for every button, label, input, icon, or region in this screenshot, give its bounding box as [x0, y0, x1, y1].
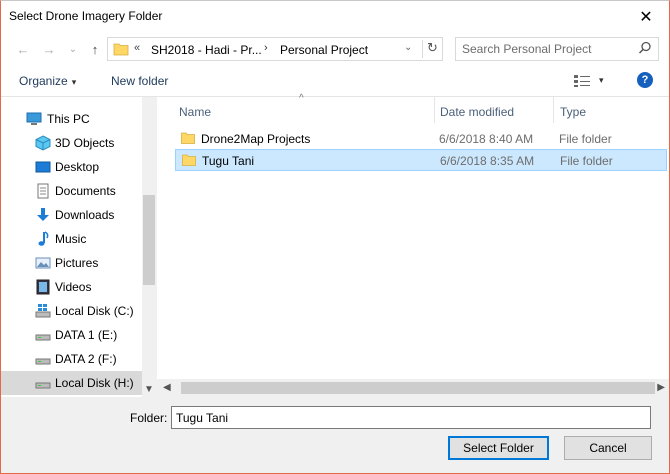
folder-icon: [182, 154, 196, 166]
title-bar: Select Drone Imagery Folder ✕: [1, 1, 669, 33]
sidebar-item-label: This PC: [47, 112, 90, 126]
sidebar-item-label: Pictures: [55, 256, 99, 270]
address-dropdown-icon[interactable]: ⌄: [404, 42, 412, 53]
sidebar-item-label: 3D Objects: [55, 136, 115, 150]
sidebar-item-label: Local Disk (C:): [55, 304, 134, 318]
sidebar-item-label: Documents: [55, 184, 116, 198]
sidebar-item-local-disk-c[interactable]: Local Disk (C:): [1, 299, 142, 323]
file-type: File folder: [560, 154, 613, 168]
file-name: Tugu Tani: [202, 154, 255, 168]
drive-icon: [35, 358, 51, 365]
desktop-icon: [35, 161, 51, 173]
scrollbar-thumb[interactable]: [181, 382, 655, 394]
back-arrow-icon[interactable]: ←: [13, 39, 33, 59]
navigation-scrollbar[interactable]: ▼: [142, 97, 156, 397]
downloads-icon: [37, 208, 49, 221]
organize-label: Organize: [19, 74, 68, 88]
search-icon[interactable]: [638, 41, 652, 55]
videos-icon: [36, 279, 50, 295]
view-dropdown-icon[interactable]: ▾: [599, 75, 604, 86]
breadcrumb-personal-project[interactable]: Personal Project: [280, 43, 368, 57]
file-type: File folder: [559, 132, 612, 146]
sidebar-item-documents[interactable]: Documents: [1, 179, 142, 203]
sidebar-item-label: Videos: [55, 280, 92, 294]
folder-label: Folder:: [130, 411, 168, 425]
search-box[interactable]: [455, 37, 659, 61]
up-arrow-icon[interactable]: ↑: [85, 39, 105, 59]
cancel-button[interactable]: Cancel: [564, 436, 652, 460]
documents-icon: [37, 183, 49, 199]
organize-caret-icon: ▾: [71, 77, 77, 87]
sidebar-item-pictures[interactable]: Pictures: [1, 251, 142, 275]
file-name: Drone2Map Projects: [201, 132, 311, 146]
column-divider[interactable]: [553, 97, 554, 123]
scroll-right-icon[interactable]: ▶: [657, 382, 665, 393]
file-date: 6/6/2018 8:40 AM: [439, 132, 534, 146]
folder-icon: [181, 132, 195, 144]
folder-icon: [113, 43, 129, 56]
sidebar-item-data1-e[interactable]: DATA 1 (E:): [1, 323, 142, 347]
dialog-title: Select Drone Imagery Folder: [9, 9, 163, 23]
column-divider[interactable]: [434, 97, 435, 123]
sidebar-item-label: Desktop: [55, 160, 100, 174]
breadcrumb-separator[interactable]: ›: [264, 42, 268, 54]
search-input[interactable]: [462, 41, 632, 57]
select-folder-button[interactable]: Select Folder: [448, 436, 549, 460]
folder-input[interactable]: [171, 406, 651, 429]
table-row[interactable]: Tugu Tani 6/6/2018 8:35 AM File folder: [175, 149, 667, 171]
view-options-icon[interactable]: [573, 74, 591, 88]
scrollbar-thumb[interactable]: [143, 195, 155, 285]
sidebar-item-label: DATA 2 (F:): [55, 352, 117, 366]
sidebar-item-local-disk-h[interactable]: Local Disk (H:): [1, 371, 142, 395]
sidebar-item-label: Local Disk (H:): [55, 376, 134, 390]
navigation-bar: ← → ⌄ ↑ « SH2018 - Hadi - Pr... › Person…: [1, 33, 669, 65]
sidebar-item-videos[interactable]: Videos: [1, 275, 142, 299]
breadcrumb-sh2018[interactable]: SH2018 - Hadi - Pr...: [151, 43, 262, 57]
file-date: 6/6/2018 8:35 AM: [440, 154, 535, 168]
navigation-pane: This PC 3D Objects Desktop Documents Dow…: [1, 97, 156, 397]
sidebar-item-label: DATA 1 (E:): [55, 328, 118, 342]
sidebar-item-downloads[interactable]: Downloads: [1, 203, 142, 227]
sidebar-item-desktop[interactable]: Desktop: [1, 155, 142, 179]
cube-icon: [35, 135, 51, 151]
command-toolbar: Organize ▾ New folder ▾ ?: [1, 65, 669, 97]
file-list: ^ Name Date modified Type Drone2Map Proj…: [157, 93, 669, 397]
recent-locations-icon[interactable]: ⌄: [63, 39, 83, 59]
sidebar-item-data2-f[interactable]: DATA 2 (F:): [1, 347, 142, 371]
drive-icon: [35, 334, 51, 341]
sort-ascending-icon: ^: [299, 93, 304, 104]
forward-arrow-icon[interactable]: →: [39, 39, 59, 59]
scroll-left-icon[interactable]: ◀: [163, 382, 171, 393]
sidebar-item-label: Downloads: [55, 208, 115, 222]
drive-icon: [35, 382, 51, 389]
music-icon: [38, 231, 49, 246]
windows-drive-icon: [35, 304, 51, 318]
close-button[interactable]: ✕: [623, 1, 669, 32]
pictures-icon: [35, 257, 51, 269]
refresh-icon[interactable]: ↻: [422, 40, 442, 58]
help-icon[interactable]: ?: [637, 72, 653, 88]
computer-icon: [26, 112, 42, 125]
sidebar-item-this-pc[interactable]: This PC: [1, 107, 142, 131]
scroll-down-icon[interactable]: ▼: [144, 384, 154, 395]
address-bar[interactable]: « SH2018 - Hadi - Pr... › Personal Proje…: [107, 37, 443, 61]
sidebar-item-label: Music: [55, 232, 87, 246]
new-folder-button[interactable]: New folder: [111, 74, 168, 88]
organize-menu[interactable]: Organize ▾: [19, 74, 76, 88]
sidebar-item-music[interactable]: Music: [1, 227, 142, 251]
table-row[interactable]: Drone2Map Projects 6/6/2018 8:40 AM File…: [175, 128, 667, 150]
horizontal-scrollbar[interactable]: ◀ ▶: [157, 379, 669, 397]
sidebar-item-3d-objects[interactable]: 3D Objects: [1, 131, 142, 155]
address-overflow[interactable]: «: [134, 42, 140, 54]
folder-picker-dialog: Select Drone Imagery Folder ✕ ← → ⌄ ↑ « …: [0, 0, 670, 474]
